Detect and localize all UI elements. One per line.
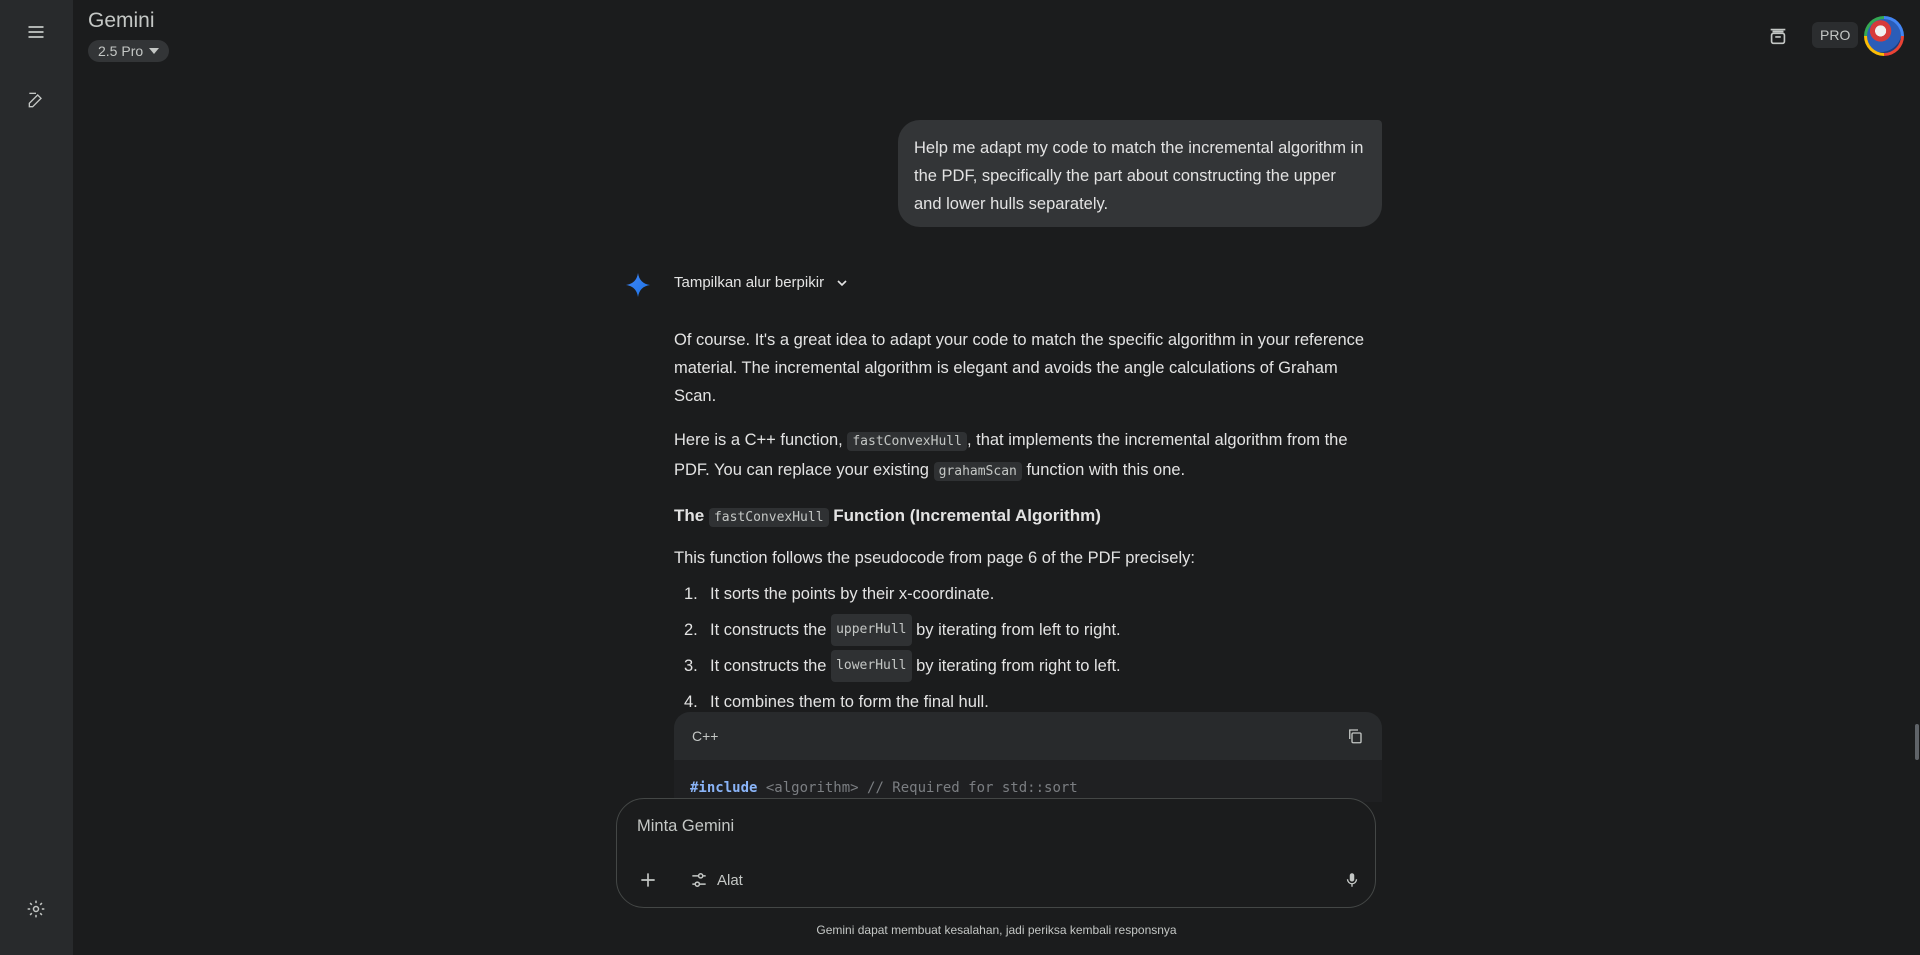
list-number: 2. — [684, 621, 698, 639]
menu-button[interactable] — [16, 12, 56, 52]
model-label: 2.5 Pro — [98, 43, 144, 59]
avatar[interactable] — [1864, 16, 1904, 56]
avatar-image — [1867, 19, 1901, 53]
response-paragraph-2: Here is a C++ function, fastConvexHull, … — [674, 426, 1384, 486]
response-heading: The fastConvexHull Function (Incremental… — [674, 502, 1384, 532]
code-block: C++ #include <algorithm> // Required for… — [674, 712, 1382, 802]
code-language: C++ — [692, 728, 719, 744]
code-keyword: #include — [690, 780, 758, 796]
code-body: #include <algorithm> // Required for std… — [674, 760, 1382, 796]
scrollbar-thumb[interactable] — [1915, 724, 1919, 760]
inline-code: fastConvexHull — [708, 508, 829, 527]
user-message: Help me adapt my code to match the incre… — [898, 120, 1382, 227]
tools-label: Alat — [717, 871, 743, 889]
heading-text: Function (Incremental Algorithm) — [833, 506, 1101, 525]
gear-icon — [27, 900, 45, 918]
list-item: 2. It constructs the upperHull by iterat… — [674, 612, 1384, 648]
temporary-chat-button[interactable] — [1762, 20, 1794, 52]
prompt-input[interactable]: Minta Gemini — [637, 817, 734, 836]
pro-badge: PRO — [1812, 22, 1859, 48]
thinking-toggle-label: Tampilkan alur berpikir — [674, 274, 825, 291]
new-chat-button[interactable] — [16, 80, 56, 120]
list-text: It constructs the — [710, 621, 827, 639]
inline-code: lowerHull — [831, 650, 912, 682]
chevron-down-icon — [837, 279, 847, 286]
menu-icon — [28, 26, 44, 38]
list-text: by iterating from right to left. — [916, 657, 1121, 675]
inline-code: fastConvexHull — [847, 432, 967, 451]
list-text: It constructs the — [710, 657, 827, 675]
list-item: 3. It constructs the lowerHull by iterat… — [674, 648, 1384, 684]
text: Here is a C++ function, — [674, 431, 843, 449]
plus-icon — [641, 873, 655, 887]
list-number: 3. — [684, 657, 698, 675]
disclaimer-text: Gemini dapat membuat kesalahan, jadi per… — [816, 923, 1177, 937]
list-text: It sorts the points by their x-coordinat… — [710, 585, 995, 603]
caret-down-icon — [149, 48, 160, 54]
model-selector[interactable]: 2.5 Pro — [88, 40, 170, 62]
response-paragraph-3: This function follows the pseudocode fro… — [674, 549, 1195, 567]
inline-code: grahamScan — [933, 462, 1022, 481]
mic-icon — [1346, 873, 1358, 887]
app-title: Gemini — [88, 9, 155, 32]
edit-icon — [28, 92, 42, 108]
steps-list: 1. It sorts the points by their x-coordi… — [674, 576, 1384, 720]
show-thinking-toggle[interactable]: Tampilkan alur berpikir — [674, 274, 850, 291]
list-text: by iterating from left to right. — [916, 621, 1121, 639]
text: function with this one. — [1026, 461, 1186, 479]
inline-code: upperHull — [831, 614, 912, 646]
mic-button[interactable] — [1337, 865, 1367, 895]
code-text: <algorithm> // Required for std::sort — [765, 780, 1078, 796]
gemini-star-icon — [626, 273, 650, 297]
copy-icon[interactable] — [1346, 727, 1364, 745]
response-paragraph-1: Of course. It's a great idea to adapt yo… — [674, 331, 1365, 405]
list-item: 1. It sorts the points by their x-coordi… — [674, 576, 1384, 612]
heading-text: The — [674, 506, 705, 525]
prompt-input-box[interactable]: Minta Gemini Alat — [616, 798, 1376, 908]
tune-icon — [692, 873, 706, 887]
list-number: 1. — [684, 585, 698, 603]
tools-button[interactable]: Alat — [683, 865, 749, 895]
sidebar-rail — [0, 0, 73, 955]
model-response: Of course. It's a great idea to adapt yo… — [674, 326, 1384, 720]
add-button[interactable] — [633, 865, 663, 895]
code-block-header: C++ — [674, 712, 1382, 760]
archive-icon — [1770, 28, 1786, 45]
